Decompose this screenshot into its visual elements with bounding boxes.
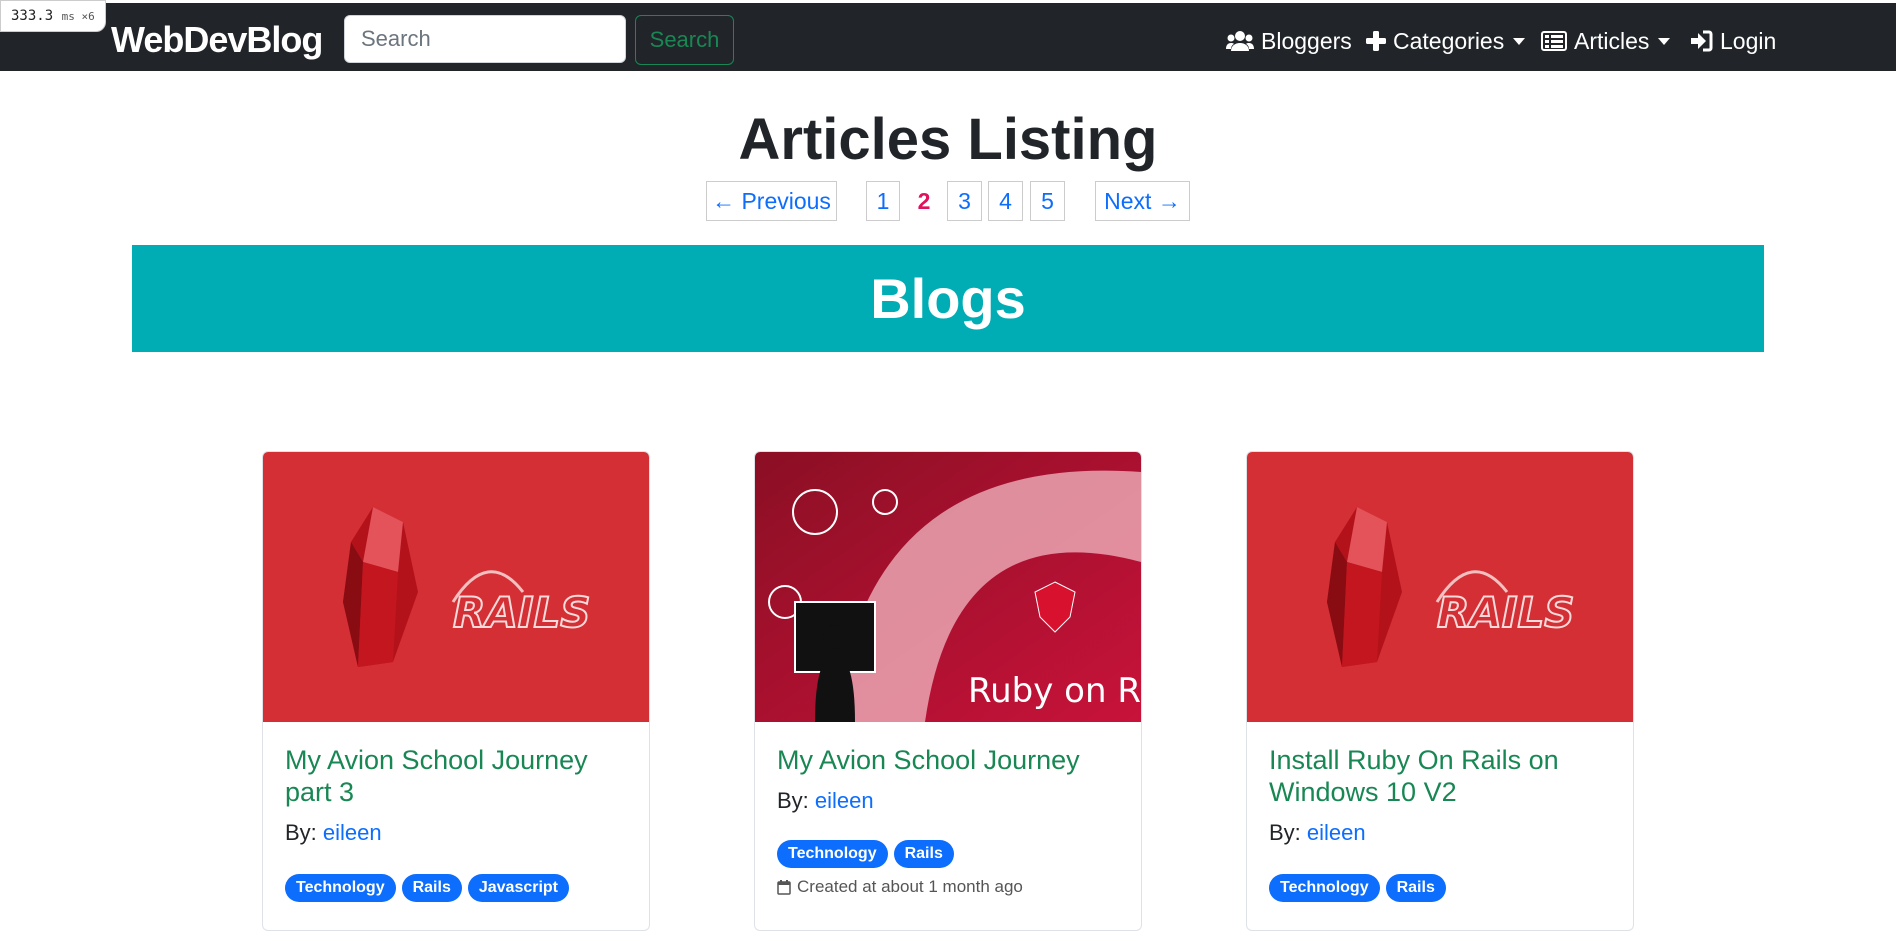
tag-badge[interactable]: Javascript <box>467 874 570 902</box>
brand-logo[interactable]: WebDevBlog <box>111 20 323 60</box>
page-title: Articles Listing <box>738 107 1158 172</box>
rails-logo-image[interactable]: RAILS <box>1247 452 1633 722</box>
page-link-4[interactable]: 4 <box>988 181 1023 221</box>
article-author: By: eileen <box>285 820 382 845</box>
nav-bloggers-label: Bloggers <box>1261 27 1352 54</box>
nav-bloggers[interactable]: Bloggers <box>1226 23 1352 59</box>
nav-articles[interactable]: Articles <box>1541 23 1671 59</box>
calendar-icon <box>777 879 791 895</box>
tag-badge[interactable]: Technology <box>1269 874 1380 902</box>
article-card: RAILS My Avion School Journey part 3 By:… <box>262 451 650 931</box>
chevron-down-icon <box>1513 37 1526 45</box>
rails-logo-image[interactable]: RAILS <box>263 452 649 722</box>
performance-counter: 333.3 ms ×6 <box>0 0 106 32</box>
users-icon <box>1226 30 1254 52</box>
author-link[interactable]: eileen <box>1307 820 1366 845</box>
tag-list: Technology Rails Javascript <box>285 874 630 902</box>
current-page: 2 <box>917 187 931 214</box>
article-card: RAILS Install Ruby On Rails on Windows 1… <box>1246 451 1634 931</box>
tag-badge[interactable]: Rails <box>1385 874 1446 902</box>
nav-login-label: Login <box>1720 27 1777 54</box>
next-page-link[interactable]: Next → <box>1095 181 1190 221</box>
ruby-on-rails-image[interactable]: Ruby on Rails <box>755 452 1141 722</box>
top-navbar: WebDevBlog Search Bloggers Categories Ar… <box>0 3 1896 71</box>
article-author: By: eileen <box>1269 820 1366 845</box>
article-title-link[interactable]: Install Ruby On Rails on Windows 10 V2 <box>1269 744 1614 808</box>
svg-text:RAILS: RAILS <box>453 588 590 637</box>
page-link-3[interactable]: 3 <box>947 181 982 221</box>
page-link-1[interactable]: 1 <box>866 181 900 221</box>
tag-badge[interactable]: Rails <box>401 874 462 902</box>
tag-list: Technology Rails <box>777 840 1122 868</box>
previous-page-link[interactable]: ← Previous <box>706 181 837 221</box>
search-button[interactable]: Search <box>635 15 734 65</box>
article-author: By: eileen <box>777 788 874 813</box>
svg-text:RAILS: RAILS <box>1437 588 1574 637</box>
tag-badge[interactable]: Technology <box>285 874 396 902</box>
svg-text:Ruby on Rails: Ruby on Rails <box>968 671 1141 711</box>
nav-login[interactable]: Login <box>1689 23 1776 59</box>
created-at: Created at about 1 month ago <box>777 877 1122 897</box>
author-link[interactable]: eileen <box>323 820 382 845</box>
tag-badge[interactable]: Technology <box>777 840 888 868</box>
article-title-link[interactable]: My Avion School Journey <box>777 744 1122 776</box>
nav-articles-label: Articles <box>1574 27 1650 54</box>
plus-icon <box>1366 31 1386 51</box>
article-title-link[interactable]: My Avion School Journey part 3 <box>285 744 630 808</box>
sign-in-icon <box>1689 30 1713 52</box>
list-icon <box>1541 31 1567 51</box>
blogs-banner: Blogs <box>132 245 1764 352</box>
article-card: Ruby on Rails My Avion School Journey By… <box>754 451 1142 931</box>
tag-badge[interactable]: Rails <box>893 840 954 868</box>
nav-categories-label: Categories <box>1393 27 1505 54</box>
nav-categories[interactable]: Categories <box>1366 23 1526 59</box>
tag-list: Technology Rails <box>1269 874 1614 902</box>
search-input[interactable] <box>344 15 626 63</box>
author-link[interactable]: eileen <box>815 788 874 813</box>
chevron-down-icon <box>1658 37 1671 45</box>
page-link-5[interactable]: 5 <box>1030 181 1065 221</box>
